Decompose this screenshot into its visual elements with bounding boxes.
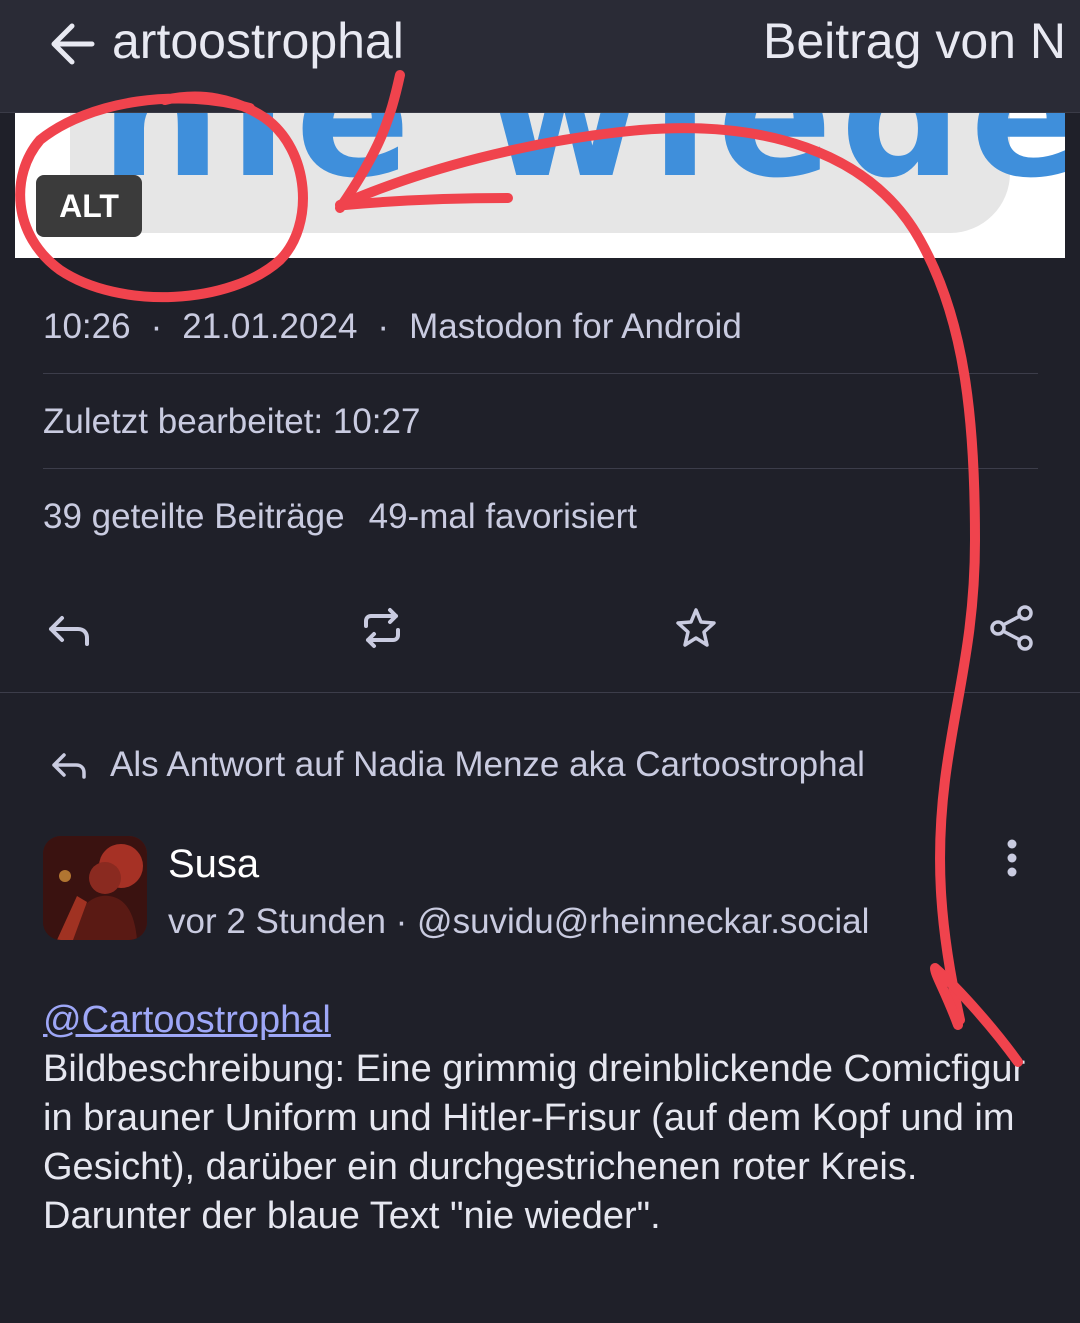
- more-options-button[interactable]: [990, 834, 1034, 882]
- annotation-line: [335, 123, 980, 1025]
- reply-icon: [49, 616, 89, 646]
- in-reply-to[interactable]: Als Antwort auf Nadia Menze aka Cartoost…: [48, 740, 865, 790]
- alt-text-badge[interactable]: ALT: [36, 175, 142, 237]
- author-name[interactable]: Susa: [168, 842, 259, 887]
- post-client[interactable]: Mastodon for Android: [409, 307, 742, 346]
- boost-icon: [364, 608, 400, 648]
- mention-link[interactable]: @Cartoostrophal: [43, 996, 1043, 1045]
- divider: [43, 373, 1038, 374]
- post-content: @Cartoostrophal Bildbeschreibung: Eine g…: [43, 996, 1043, 1241]
- star-icon: [676, 608, 716, 647]
- divider: [43, 468, 1038, 469]
- back-arrow-icon: [51, 23, 95, 65]
- image-text: nie wieder: [100, 113, 1065, 216]
- share-icon: [990, 605, 1033, 651]
- more-vert-icon: [1007, 839, 1017, 877]
- attached-image[interactable]: nie wieder: [15, 113, 1065, 258]
- reply-icon: [52, 753, 86, 779]
- divider: [0, 692, 1080, 693]
- post-text: Bildbeschreibung: Eine grimmig dreinblic…: [43, 1048, 1026, 1237]
- meta-separator: ·: [150, 307, 163, 346]
- boost-button[interactable]: [354, 600, 410, 656]
- author-meta[interactable]: vor 2 Stunden · @suvidu@rheinneckar.soci…: [168, 902, 869, 942]
- top-app-bar: artoostrophal Beitrag von N: [0, 0, 1080, 113]
- account-title: artoostrophal: [112, 13, 404, 69]
- favorite-count[interactable]: 49-mal favorisiert: [369, 497, 637, 536]
- avatar[interactable]: [43, 836, 147, 940]
- post-meta: 10:26 · 21.01.2024 · Mastodon for Android: [43, 307, 742, 347]
- favorite-button[interactable]: [668, 600, 724, 656]
- edited-info[interactable]: Zuletzt bearbeitet: 10:27: [43, 402, 420, 442]
- reply-button[interactable]: [42, 600, 98, 656]
- post-time: 10:26: [43, 307, 131, 346]
- boost-count[interactable]: 39 geteilte Beiträge: [43, 497, 345, 536]
- back-button[interactable]: [44, 14, 104, 74]
- post-stats: 39 geteilte Beiträge 49-mal favorisiert: [43, 497, 637, 537]
- page-title: Beitrag von N: [763, 13, 1066, 69]
- avatar-image: [43, 836, 147, 940]
- post-date: 21.01.2024: [182, 307, 358, 346]
- share-button[interactable]: [984, 600, 1040, 656]
- in-reply-to-label: Als Antwort auf Nadia Menze aka Cartoost…: [110, 745, 865, 784]
- meta-separator: ·: [377, 307, 390, 346]
